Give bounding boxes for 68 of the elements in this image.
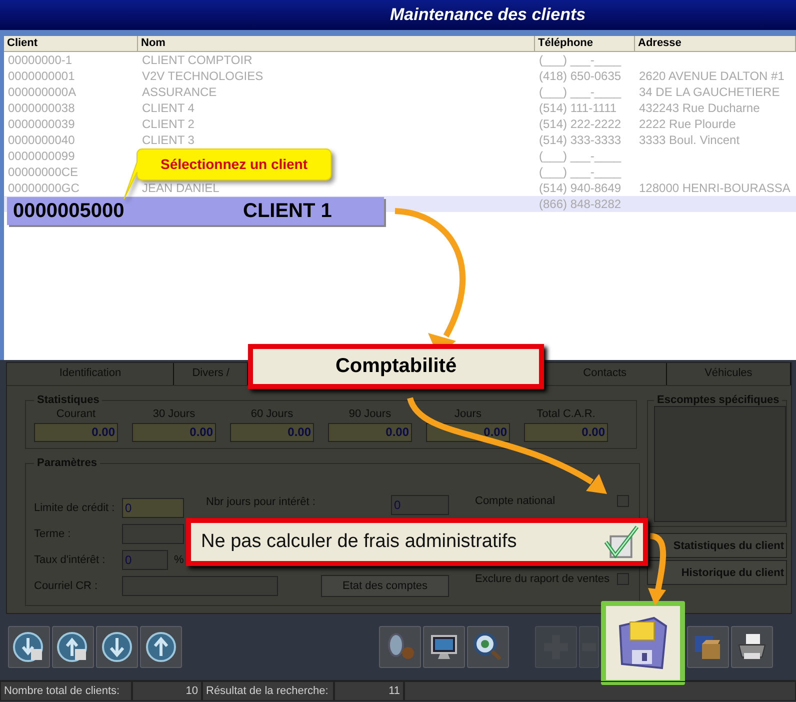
amount-field[interactable]: 0.00 [132,423,216,442]
table-cell: (418) 650-0635 [539,69,622,83]
table-cell: (514) 333-3333 [539,133,622,147]
checkbox[interactable] [603,525,639,559]
checkbox[interactable] [617,495,629,507]
table-cell: 2620 AVENUE DALTON #1 [639,69,784,83]
checkbox[interactable] [617,573,629,585]
table-cell: 0000000038 [8,101,75,115]
table-cell: CLIENT COMPTOIR [142,53,252,67]
toolbar-button[interactable] [423,626,465,668]
table-cell: V2V TECHNOLOGIES [142,69,264,83]
table-cell: (___) ___-____ [539,165,622,179]
column-header[interactable]: Adresse [635,36,796,52]
table-cell: (___) ___-____ [539,149,622,163]
table-cell: CLIENT 3 [142,133,194,147]
search-icon [472,631,504,663]
input-field[interactable] [122,576,278,596]
toolbar-button[interactable] [601,601,685,685]
input-field[interactable]: 0 [122,498,184,518]
table-cell: CLIENT 2 [142,117,194,131]
table-cell: 00000000-1 [8,53,72,67]
table-cell: (___) ___-____ [539,53,622,67]
toolbar-button[interactable] [52,626,94,668]
column-header[interactable]: Téléphone [535,36,635,52]
column-header[interactable]: Nom [138,36,535,52]
table-cell: 432243 Rue Ducharne [639,101,760,115]
input-field[interactable] [122,524,184,544]
status-value: 10 [132,681,202,701]
table-cell: 0000000039 [8,117,75,131]
statement-button[interactable]: Etat des comptes [321,575,449,597]
table-cell: (514) 111-1111 [539,101,617,115]
amount-field[interactable]: 0.00 [328,423,412,442]
toolbar-button[interactable] [731,626,773,668]
column-header[interactable]: Client [4,36,138,52]
table-cell: 2222 Rue Plourde [639,117,736,131]
tab[interactable]: Comptabilité [248,344,544,389]
table-cell: 0000000040 [8,133,75,147]
table-cell: 128000 HENRI-BOURASSA [639,181,790,195]
table-cell: 000000000A [8,85,76,99]
option-label: Ne pas calculer de frais administratifs [201,531,517,553]
toolbar-button[interactable] [467,626,509,668]
table-cell: ASSURANCE [142,85,217,99]
amount-field[interactable]: 0.00 [230,423,314,442]
table-cell: 34 DE LA GAUCHETIERE [639,85,780,99]
amount-field[interactable]: 0.00 [524,423,608,442]
table-cell: CLIENT 1 [243,200,332,222]
table-cell: 0000000001 [8,69,75,83]
window-title: Maintenance des clients [390,4,586,26]
table-row[interactable]: 0000005000 CLIENT 1 (866) 848-8282 [4,196,796,227]
toolbar-button[interactable] [8,626,50,668]
table-cell: JEAN DANIEL [142,181,220,195]
table-cell: 0000000099 [8,149,75,163]
table-cell: (866) 848-8282 [539,197,622,211]
status-label: Nombre total de clients: [0,681,132,701]
amount-field[interactable]: 0.00 [34,423,118,442]
table-cell: 3333 Boul. Vincent [639,133,740,147]
status-value: 11 [334,681,404,701]
table-cell: 00000000CE [8,165,78,179]
table-cell: CLIENT 4 [142,101,194,115]
table-cell: 00000000GC [8,181,80,195]
status-label: Résultat de la recherche: [202,681,334,701]
table-cell: (514) 940-8649 [539,181,622,195]
table-cell: (___) ___-____ [539,85,622,99]
unit-label: % [174,554,184,566]
toolbar-button[interactable] [140,626,182,668]
table-cell-text: 0000005000 [13,200,126,222]
toolbar-button[interactable] [96,626,138,668]
table-cell: (514) 222-2222 [539,117,622,131]
